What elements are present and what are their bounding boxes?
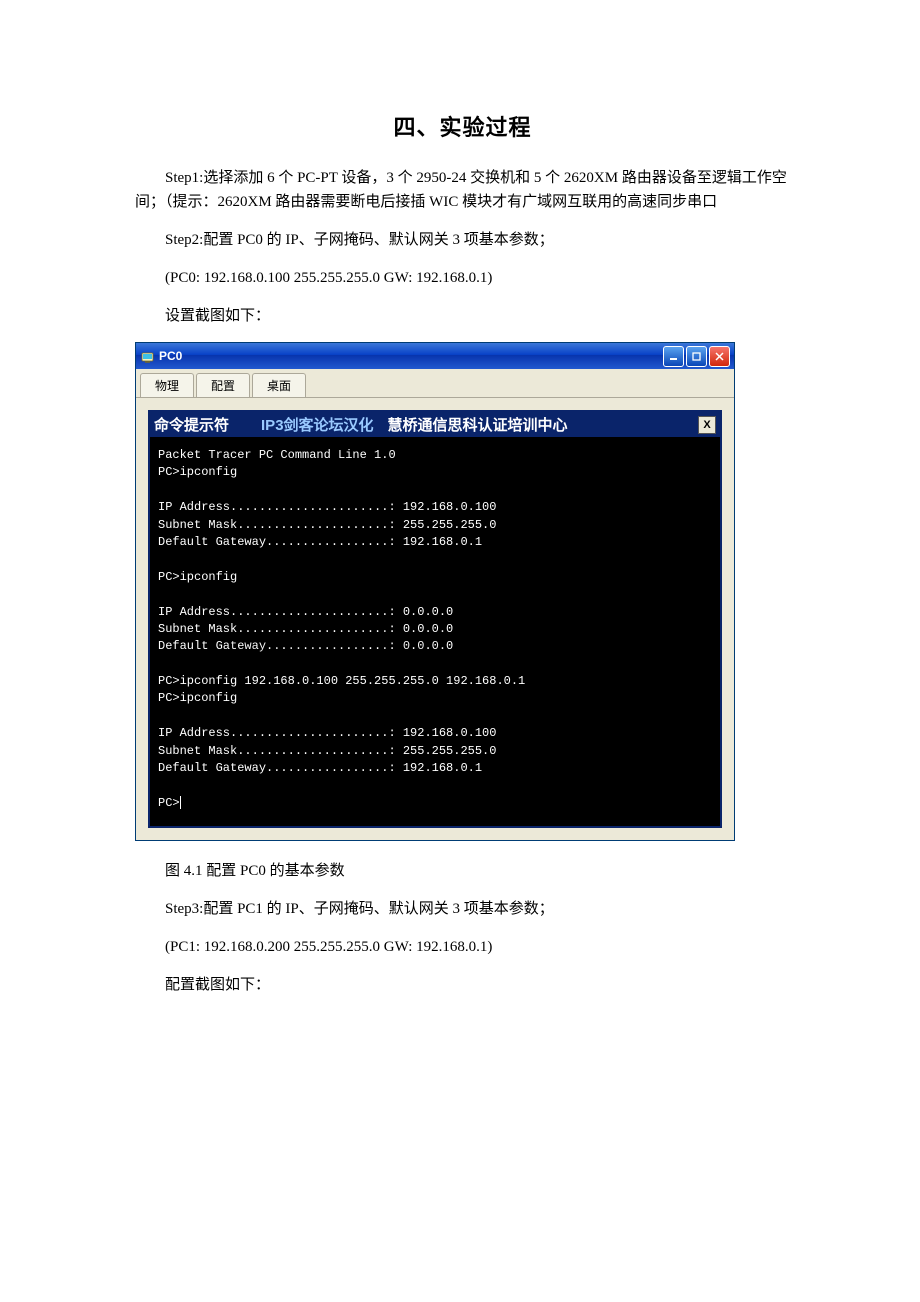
step2-text: Step2:配置 PC0 的 IP、子网掩码、默认网关 3 项基本参数； bbox=[135, 228, 790, 252]
window-buttons bbox=[663, 346, 730, 367]
text-cursor bbox=[180, 796, 181, 809]
terminal-output[interactable]: Packet Tracer PC Command Line 1.0 PC>ipc… bbox=[150, 437, 720, 826]
step3-text: Step3:配置 PC1 的 IP、子网掩码、默认网关 3 项基本参数； bbox=[135, 897, 790, 921]
set-caption: 设置截图如下： bbox=[135, 304, 790, 328]
terminal-header: 命令提示符 IP3剑客论坛汉化 慧桥通信思科认证培训中心 X bbox=[150, 412, 720, 437]
tab-bar: 物理 配置 桌面 bbox=[136, 369, 734, 398]
pc1-params: (PC1: 192.168.0.200 255.255.255.0 GW: 19… bbox=[135, 935, 790, 959]
tab-config[interactable]: 配置 bbox=[196, 373, 250, 397]
window-titlebar[interactable]: PC0 bbox=[136, 343, 734, 369]
terminal-header-left: 命令提示符 bbox=[154, 414, 237, 435]
terminal-frame: 命令提示符 IP3剑客论坛汉化 慧桥通信思科认证培训中心 X Packet Tr… bbox=[148, 410, 722, 828]
pc0-params: (PC0: 192.168.0.100 255.255.255.0 GW: 19… bbox=[135, 266, 790, 290]
step1-text: Step1:选择添加 6 个 PC-PT 设备，3 个 2950-24 交换机和… bbox=[135, 166, 790, 214]
maximize-button[interactable] bbox=[686, 346, 707, 367]
close-button[interactable] bbox=[709, 346, 730, 367]
window-title: PC0 bbox=[159, 349, 663, 363]
window-content: 命令提示符 IP3剑客论坛汉化 慧桥通信思科认证培训中心 X Packet Tr… bbox=[136, 398, 734, 840]
terminal-header-center1: IP3剑客论坛汉化 bbox=[261, 414, 374, 435]
app-icon bbox=[140, 349, 155, 364]
terminal-header-center2: 慧桥通信思科认证培训中心 bbox=[388, 414, 568, 435]
minimize-button[interactable] bbox=[663, 346, 684, 367]
terminal-close-x[interactable]: X bbox=[698, 416, 716, 434]
pc0-window: PC0 物理 配置 桌面 命令提示符 IP3剑 bbox=[135, 342, 735, 841]
section-heading: 四、实验过程 bbox=[135, 110, 790, 142]
cfg-caption: 配置截图如下： bbox=[135, 973, 790, 997]
page-content: 四、实验过程 Step1:选择添加 6 个 PC-PT 设备，3 个 2950-… bbox=[0, 0, 920, 1051]
tab-desktop[interactable]: 桌面 bbox=[252, 373, 306, 397]
figure-caption: 图 4.1 配置 PC0 的基本参数 bbox=[135, 859, 790, 883]
tab-physical[interactable]: 物理 bbox=[140, 373, 194, 397]
